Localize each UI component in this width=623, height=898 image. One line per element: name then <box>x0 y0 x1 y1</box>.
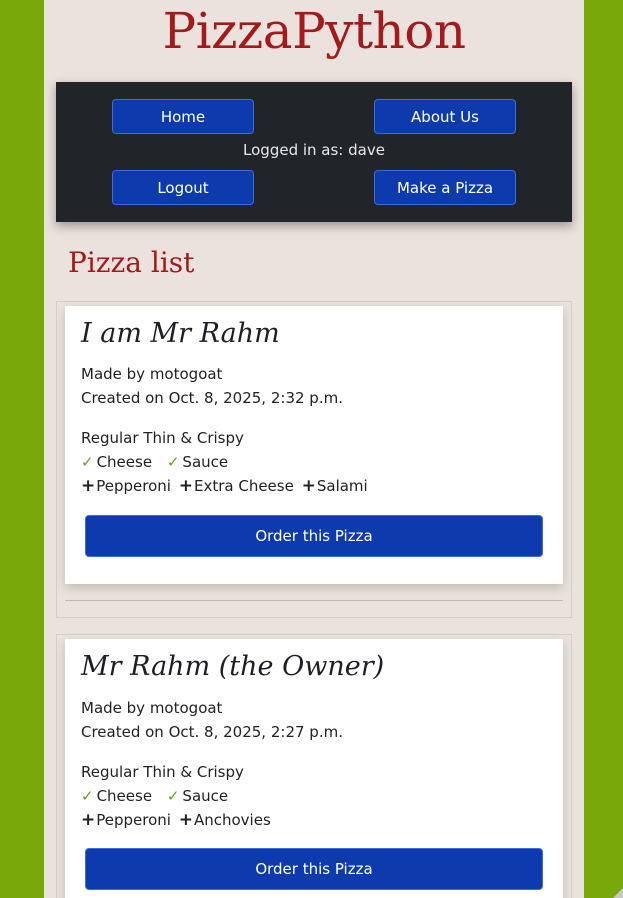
topping-list: +Pepperoni +Extra Cheese +Salami <box>81 476 371 496</box>
pizza-name: I am Mr Rahm <box>81 318 280 349</box>
checkmark-icon: ✓ <box>166 787 180 805</box>
pizza-author: Made by motogoat <box>81 365 223 383</box>
plus-icon: + <box>81 476 96 496</box>
plus-icon: + <box>81 810 96 830</box>
ingredient-item: Sauce <box>182 787 229 805</box>
topping-item: Pepperoni <box>96 477 171 495</box>
logout-button[interactable]: Logout <box>112 170 254 205</box>
pizza-created-date: Created on Oct. 8, 2025, 2:32 p.m. <box>81 389 343 407</box>
ingredient-item: Sauce <box>182 453 229 471</box>
topping-item: Salami <box>316 477 368 495</box>
ingredient-list: ✓ Cheese ✓ Sauce <box>81 453 238 471</box>
topping-list: +Pepperoni +Anchovies <box>81 810 274 830</box>
plus-icon: + <box>301 476 316 496</box>
home-button[interactable]: Home <box>112 99 254 134</box>
ingredient-item: Cheese <box>96 787 153 805</box>
site-title: PizzaPython <box>162 2 466 60</box>
pizza-author: Made by motogoat <box>81 699 223 717</box>
pizza-base: Regular Thin & Crispy <box>81 763 244 781</box>
about-us-button[interactable]: About Us <box>374 99 516 134</box>
page-container: PizzaPython Home About Us Logged in as: … <box>44 0 584 898</box>
topping-item: Extra Cheese <box>193 477 294 495</box>
order-pizza-button[interactable]: Order this Pizza <box>85 515 543 557</box>
pizza-card-container: Mr Rahm (the Owner) Made by motogoat Cre… <box>56 634 572 898</box>
topping-item: Anchovies <box>193 811 271 829</box>
pizza-list-heading: Pizza list <box>68 246 195 279</box>
pizza-name: Mr Rahm (the Owner) <box>81 651 385 682</box>
checkmark-icon: ✓ <box>81 787 94 805</box>
pizza-card: I am Mr Rahm Made by motogoat Created on… <box>65 306 563 584</box>
pizza-card-container: I am Mr Rahm Made by motogoat Created on… <box>56 301 572 618</box>
plus-icon: + <box>178 476 193 496</box>
resize-corner-icon <box>613 888 623 898</box>
card-divider <box>65 600 563 601</box>
topping-item: Pepperoni <box>96 811 171 829</box>
logged-in-status: Logged in as: dave <box>243 141 385 159</box>
pizza-base: Regular Thin & Crispy <box>81 429 244 447</box>
ingredient-list: ✓ Cheese ✓ Sauce <box>81 787 238 805</box>
checkmark-icon: ✓ <box>81 453 94 471</box>
ingredient-item: Cheese <box>96 453 153 471</box>
checkmark-icon: ✓ <box>166 453 180 471</box>
order-pizza-button[interactable]: Order this Pizza <box>85 848 543 890</box>
pizza-card: Mr Rahm (the Owner) Made by motogoat Cre… <box>65 639 563 898</box>
plus-icon: + <box>178 810 193 830</box>
navbar: Home About Us Logged in as: dave Logout … <box>56 82 572 222</box>
pizza-created-date: Created on Oct. 8, 2025, 2:27 p.m. <box>81 723 343 741</box>
make-pizza-button[interactable]: Make a Pizza <box>374 170 516 205</box>
